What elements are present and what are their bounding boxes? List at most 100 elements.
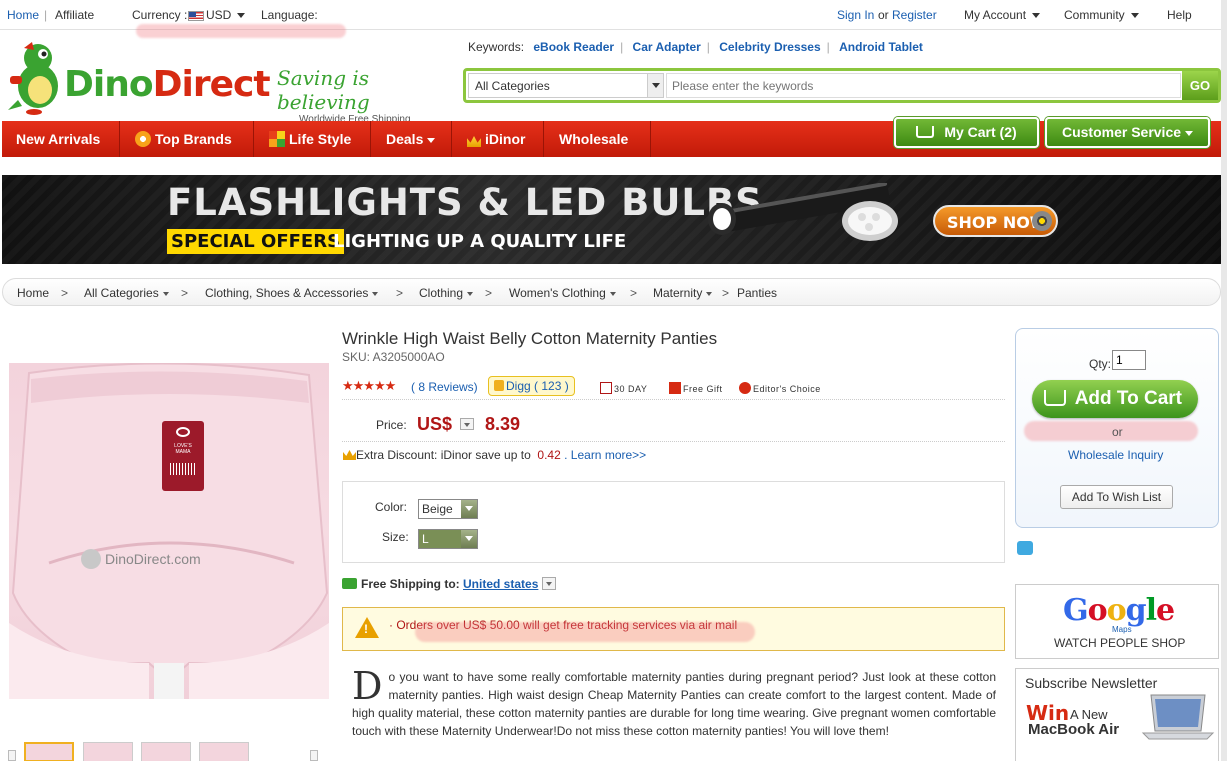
qty-label: Qty:: [1089, 357, 1112, 371]
customer-service-button[interactable]: Customer Service: [1045, 117, 1210, 148]
nav-deals[interactable]: Deals: [372, 121, 452, 157]
highlight-mark: [415, 622, 755, 642]
disc-icon: [1032, 211, 1052, 231]
promo-banner[interactable]: FLASHLIGHTS & LED BULBS SPECIAL OFFERS L…: [2, 175, 1221, 264]
register-link[interactable]: Register: [892, 8, 937, 22]
chevron-down-icon: [237, 13, 246, 19]
keyword-link[interactable]: eBook Reader: [533, 40, 614, 54]
my-account-menu[interactable]: My Account: [964, 8, 1041, 22]
search-category-select[interactable]: All Categories: [468, 73, 664, 98]
language-selector[interactable]: Language:: [261, 8, 318, 22]
badge-free-gift: Free Gift: [669, 382, 723, 394]
price-value: 8.39: [485, 414, 521, 434]
currency-dropdown[interactable]: [460, 418, 474, 430]
google-maps-widget[interactable]: Google Maps WATCH PEOPLE SHOP: [1015, 584, 1219, 659]
google-caption: WATCH PEOPLE SHOP: [1054, 636, 1186, 650]
dinosaur-mascot-icon: [8, 42, 58, 115]
nav-life-style[interactable]: Life Style: [255, 121, 371, 157]
keywords-label: Keywords:: [468, 40, 525, 54]
scrollbar[interactable]: [1221, 0, 1227, 761]
affiliate-link[interactable]: Affiliate: [55, 8, 94, 22]
thumbnail[interactable]: [24, 742, 74, 761]
home-link[interactable]: Home: [7, 8, 39, 22]
size-select[interactable]: L: [418, 529, 478, 549]
banner-subtitle: LIGHTING UP A QUALITY LIFE: [333, 231, 627, 252]
breadcrumb-womens-clothing[interactable]: Women's Clothing: [509, 286, 616, 300]
breadcrumb-panties[interactable]: Panties: [737, 286, 777, 300]
chevron-down-icon: [461, 500, 477, 518]
chevron-down-icon: [1130, 13, 1139, 19]
gift-icon: [669, 382, 681, 394]
chevron-down-icon: [647, 74, 663, 97]
star-burst-icon: [135, 131, 151, 147]
product-image[interactable]: LOVE'S MAMA DinoDirect.com: [9, 363, 329, 699]
chevron-down-icon: [427, 137, 436, 143]
google-logo: Google: [1063, 593, 1175, 628]
currency-selector[interactable]: USD: [186, 8, 246, 22]
newsletter-widget[interactable]: Subscribe Newsletter Win A New MacBook A…: [1015, 668, 1219, 761]
digg-button[interactable]: Digg ( 123 ): [488, 376, 575, 396]
breadcrumb: Home > All Categories > Clothing, Shoes …: [2, 278, 1221, 306]
thumbnail-prev-button[interactable]: [8, 750, 16, 761]
divider: |: [826, 40, 830, 54]
learn-more-link[interactable]: . Learn more>>: [564, 448, 646, 462]
google-maps-label: Maps: [1112, 625, 1132, 634]
nav-idinor[interactable]: iDinor: [453, 121, 544, 157]
add-to-cart-button[interactable]: Add To Cart: [1032, 380, 1198, 418]
qty-input[interactable]: [1112, 350, 1146, 370]
thumbnail[interactable]: [141, 742, 191, 761]
add-to-wishlist-button[interactable]: Add To Wish List: [1060, 485, 1173, 509]
search-input[interactable]: [666, 73, 1181, 98]
extra-discount: Extra Discount: iDinor save up to 0.42 .…: [343, 448, 646, 462]
top-bar: Home | Affiliate Currency : USD Language…: [0, 0, 1227, 38]
logo-wordmark: DinoDirect: [64, 64, 271, 105]
currency-label: Currency :: [132, 8, 188, 22]
award-ribbon-icon: [739, 382, 751, 394]
site-logo[interactable]: DinoDirect: [4, 40, 274, 116]
highlight-mark: [136, 24, 346, 38]
keyword-link[interactable]: Car Adapter: [633, 40, 701, 54]
community-menu[interactable]: Community: [1064, 8, 1139, 22]
product-description: Do you want to have some really comforta…: [352, 664, 996, 738]
sign-in-link[interactable]: Sign In: [837, 8, 874, 22]
twitter-icon[interactable]: [1017, 541, 1033, 555]
nav-wholesale[interactable]: Wholesale: [545, 121, 651, 157]
breadcrumb-clothing-shoes[interactable]: Clothing, Shoes & Accessories: [205, 286, 379, 300]
colorful-grid-icon: [269, 131, 285, 147]
keyword-link[interactable]: Android Tablet: [839, 40, 923, 54]
color-select[interactable]: Beige: [418, 499, 478, 519]
chevron-down-icon: [461, 530, 477, 548]
ship-to-link[interactable]: United states: [463, 577, 538, 591]
breadcrumb-all-categories[interactable]: All Categories: [84, 286, 169, 300]
chevron-down-icon: [609, 291, 616, 296]
slogan: Saving is believing Worldwide Free Shipp…: [277, 66, 457, 125]
wholesale-inquiry-link[interactable]: Wholesale Inquiry: [1068, 448, 1163, 462]
breadcrumb-home[interactable]: Home: [17, 286, 49, 300]
keyword-link[interactable]: Celebrity Dresses: [719, 40, 820, 54]
reviews-link[interactable]: ( 8 Reviews): [411, 380, 478, 394]
or-text: or: [1112, 425, 1123, 439]
newsletter-prize: MacBook Air: [1028, 721, 1120, 738]
breadcrumb-maternity[interactable]: Maternity: [653, 286, 713, 300]
search-go-button[interactable]: GO: [1182, 71, 1218, 100]
chevron-down-icon: [467, 291, 474, 296]
nav-top-brands[interactable]: Top Brands: [121, 121, 254, 157]
banner-title: FLASHLIGHTS & LED BULBS: [167, 181, 763, 224]
search-bar: All Categories GO: [463, 68, 1221, 103]
breadcrumb-clothing[interactable]: Clothing: [419, 286, 474, 300]
ship-to-dropdown[interactable]: [541, 577, 556, 590]
thumbnail[interactable]: [199, 742, 249, 761]
thumbnail[interactable]: [83, 742, 133, 761]
my-cart-button[interactable]: My Cart (2): [894, 117, 1039, 148]
nav-new-arrivals[interactable]: New Arrivals: [2, 121, 120, 157]
crown-icon: [467, 136, 481, 147]
help-link[interactable]: Help: [1167, 8, 1192, 22]
thumbnail-next-button[interactable]: [310, 750, 318, 761]
shop-now-button[interactable]: SHOP NOW: [933, 205, 1058, 237]
highlight-mark: [1024, 421, 1198, 441]
newsletter-title: Subscribe Newsletter: [1025, 675, 1158, 691]
drop-cap: D: [352, 664, 383, 708]
thumbs-up-icon: [494, 380, 504, 391]
slogan-text: Saving is believing: [277, 66, 370, 114]
divider: |: [620, 40, 624, 54]
